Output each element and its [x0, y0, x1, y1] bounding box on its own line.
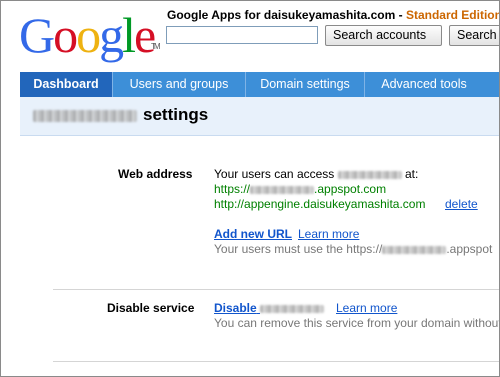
https-note-prefix: Your users must use the https://: [214, 242, 383, 256]
main-nav: Dashboard Users and groups Domain settin…: [20, 72, 499, 97]
appspot-url: https:// .appspot.com: [214, 182, 386, 196]
search-accounts-button[interactable]: Search accounts: [325, 25, 442, 46]
page-title-text: settings: [143, 105, 209, 124]
tab-dashboard[interactable]: Dashboard: [20, 72, 112, 97]
disable-prefix: Disable: [214, 301, 257, 315]
https-note: Your users must use the https:// .appspot: [214, 242, 492, 256]
appspot-url-suffix: .appspot.com: [314, 182, 387, 196]
tab-users-and-groups[interactable]: Users and groups: [113, 72, 245, 97]
intro-prefix: Your users can access: [214, 167, 335, 181]
disable-service-link[interactable]: Disable: [214, 301, 325, 315]
custom-url: http://appengine.daisukeyamashita.com: [214, 197, 426, 211]
edition-label: Standard Edition: [405, 8, 500, 22]
redacted-app-name: [260, 304, 325, 313]
appspot-url-prefix: https://: [214, 182, 251, 196]
google-logo[interactable]: Google TM: [19, 7, 160, 63]
browser-frame: Google TM Google Apps for daisukeyamashi…: [0, 0, 500, 377]
intro-suffix: at:: [404, 167, 419, 181]
page-title: settings: [33, 105, 208, 125]
redacted-app-name: [33, 109, 137, 122]
redacted-app-id: [250, 185, 315, 194]
section-divider: [53, 361, 499, 362]
disable-learn-more-link[interactable]: Learn more: [336, 301, 397, 315]
https-note-suffix: .appspot: [446, 242, 493, 256]
tab-domain-settings[interactable]: Domain settings: [246, 72, 364, 97]
tab-advanced-tools[interactable]: Advanced tools: [365, 72, 483, 97]
learn-more-link[interactable]: Learn more: [298, 227, 359, 241]
section-divider: [53, 289, 499, 290]
app-title: Google Apps for daisukeyamashita.com - S…: [167, 8, 500, 22]
delete-url-link[interactable]: delete: [445, 197, 478, 211]
redacted-app-name: [337, 170, 402, 179]
web-address-intro: Your users can access at:: [214, 167, 418, 181]
disable-service-label: Disable service: [107, 301, 195, 315]
search-help-button[interactable]: Search: [449, 25, 499, 46]
disable-service-note: You can remove this service from your do…: [214, 316, 500, 330]
title-separator: -: [395, 8, 406, 22]
app-title-text: Google Apps for daisukeyamashita.com: [167, 8, 396, 22]
search-accounts-input[interactable]: [166, 26, 318, 44]
redacted-app-id: [382, 245, 447, 254]
web-address-label: Web address: [118, 167, 193, 181]
add-new-url-link[interactable]: Add new URL: [214, 227, 292, 241]
